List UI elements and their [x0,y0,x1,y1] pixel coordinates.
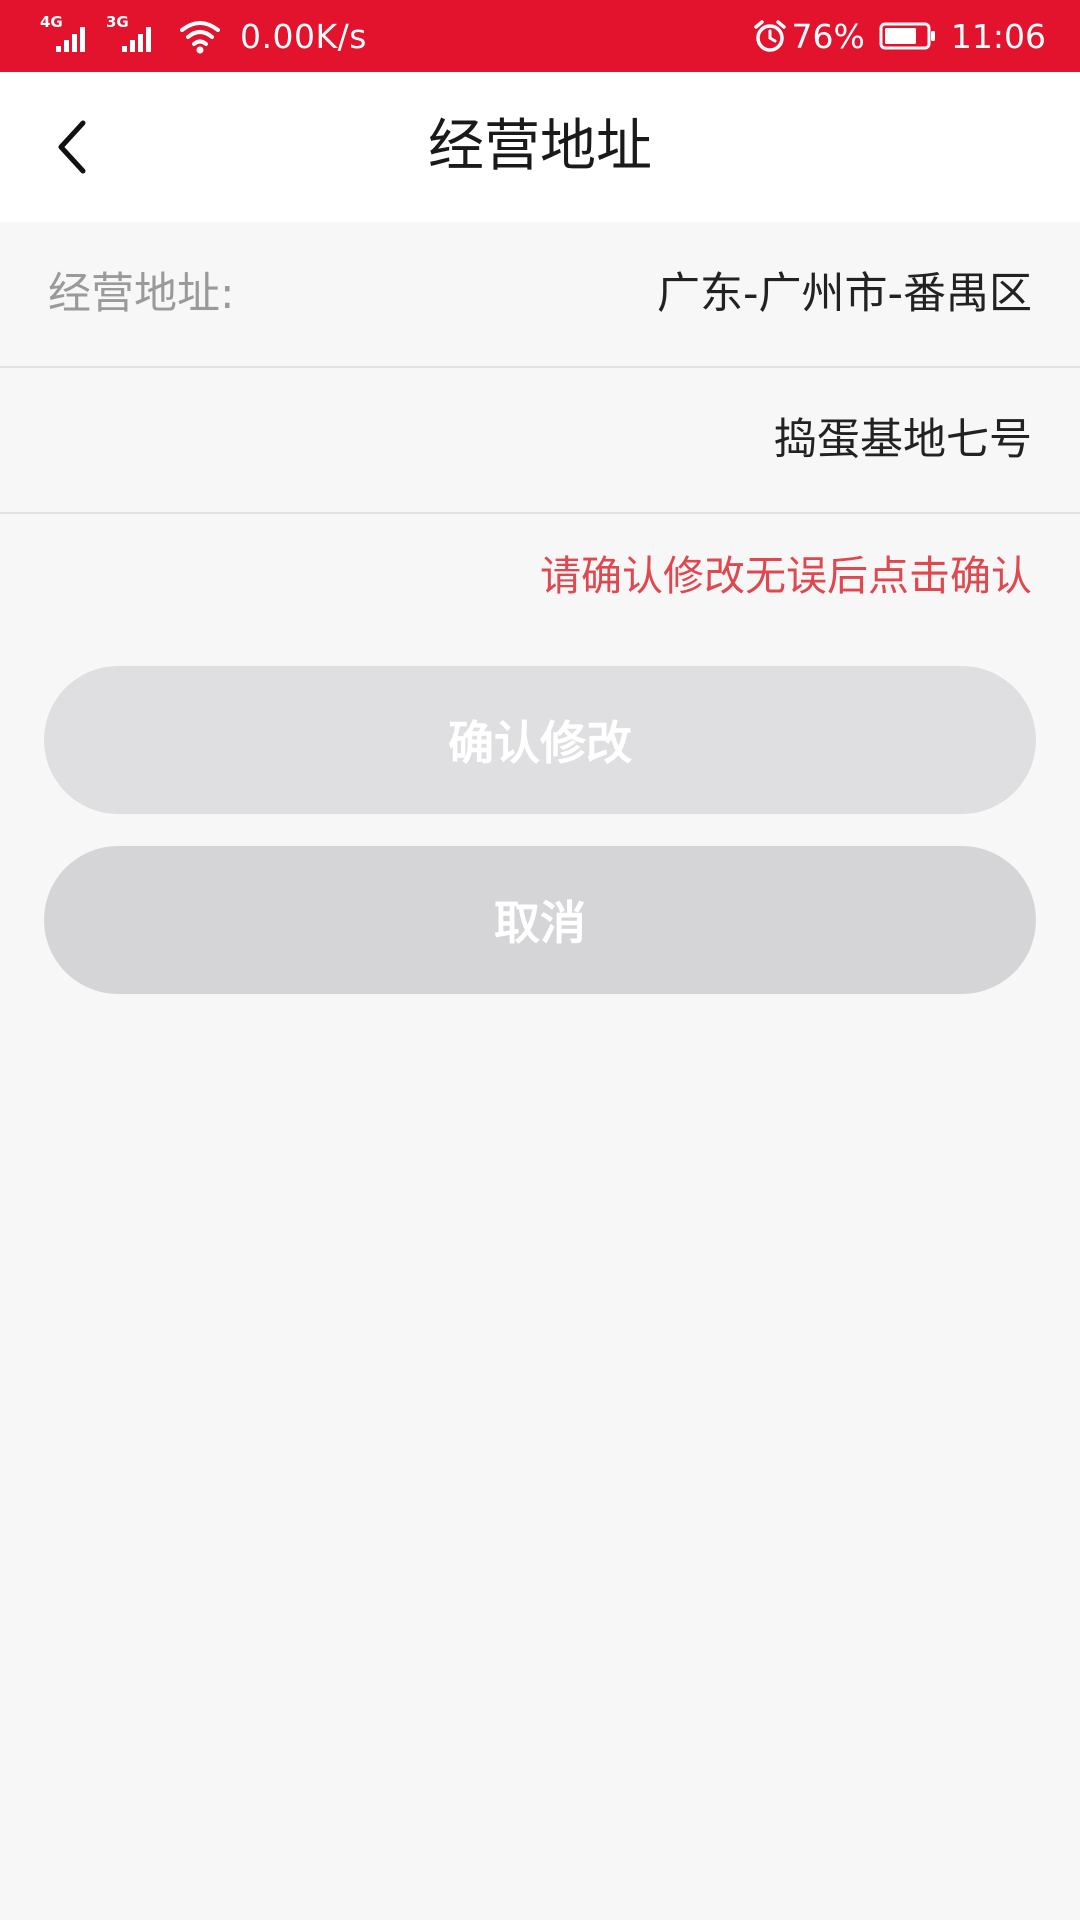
battery-icon [879,22,935,50]
address-detail-field[interactable]: 捣蛋基地七号 [774,368,1032,512]
network-speed: 0.00K/s [240,16,367,56]
chevron-left-icon [58,120,86,174]
address-region-value[interactable]: 广东-广州市-番禺区 [657,222,1032,366]
status-bar: 4G 3G 0.00K/s 76% 11:06 [0,0,1080,72]
wifi-icon [180,21,220,54]
signal-icon: 3G [106,14,164,58]
back-button[interactable] [36,110,110,184]
alarm-icon [753,20,786,52]
status-bar-left: 4G 3G 0.00K/s [40,0,367,72]
confirm-edit-button[interactable]: 确认修改 [44,666,1036,814]
address-label: 经营地址: [48,269,235,319]
confirm-hint: 请确认修改无误后点击确认 [540,552,1032,600]
status-bar-right: 76% 11:06 [752,0,1046,72]
address-region-row[interactable]: 经营地址: 广东-广州市-番禺区 [0,222,1080,368]
clock-time: 11:06 [950,16,1046,56]
address-detail-row[interactable]: 捣蛋基地七号 [0,368,1080,514]
signal-icon: 4G [40,14,98,58]
nav-header: 经营地址 [0,72,1080,222]
battery-percent: 76% [791,16,865,56]
page-title: 经营地址 [428,114,652,179]
cancel-button[interactable]: 取消 [44,846,1036,994]
